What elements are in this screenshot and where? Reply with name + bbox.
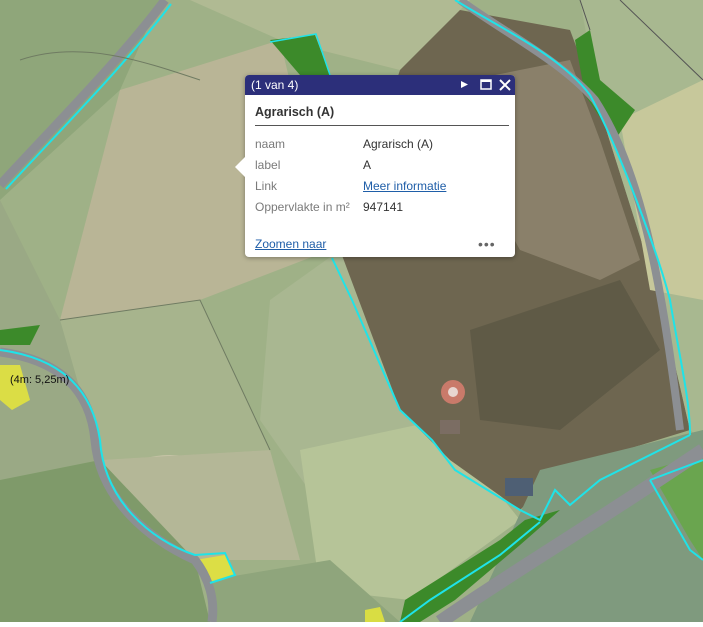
attribute-key: Oppervlakte in m² [255, 199, 350, 214]
attribute-table: naam Agrarisch (A) label A Link Meer inf… [255, 133, 446, 217]
close-button[interactable] [498, 77, 512, 92]
next-feature-button[interactable] [457, 77, 471, 92]
attribute-value-link: Meer informatie [363, 175, 446, 196]
dimension-label: (4m: 5,25m) [10, 374, 70, 386]
attribute-row: label A [255, 154, 446, 175]
popup-pointer [235, 157, 245, 177]
attribute-key: naam [255, 136, 286, 151]
feature-popup: (1 van 4) Agrarisch (A) naam Agrarisch (… [235, 75, 515, 257]
zoom-to-link[interactable]: Zoomen naar [255, 237, 326, 251]
attribute-row: Link Meer informatie [255, 175, 446, 196]
meer-informatie-link[interactable]: Meer informatie [363, 179, 446, 193]
attribute-key: Link [255, 178, 278, 193]
attribute-value: 947141 [363, 199, 404, 214]
title-divider [255, 125, 509, 126]
attribute-row: Oppervlakte in m² 947141 [255, 196, 446, 217]
popup-title: Agrarisch (A) [255, 105, 335, 119]
attribute-key: label [255, 157, 281, 172]
popup-header: (1 van 4) [245, 75, 515, 95]
maximize-button[interactable] [479, 77, 493, 92]
more-options-button[interactable]: ••• [478, 237, 496, 251]
attribute-row: naam Agrarisch (A) [255, 133, 446, 154]
attribute-value: A [363, 157, 372, 172]
play-icon [461, 81, 468, 88]
maximize-icon [480, 79, 492, 90]
attribute-value: Agrarisch (A) [363, 136, 434, 151]
popup-feature-count: (1 van 4) [251, 78, 299, 92]
close-icon [499, 79, 511, 91]
